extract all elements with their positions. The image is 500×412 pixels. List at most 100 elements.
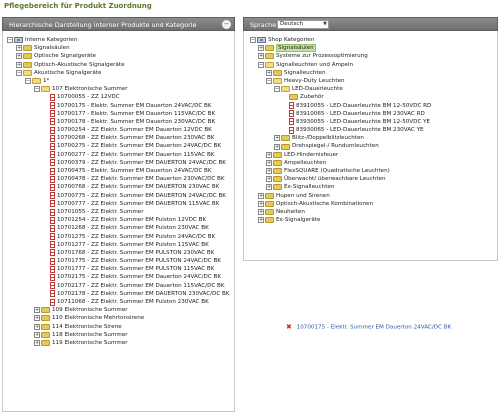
tree-node-label[interactable]: 10702177 - ZZ Elektr. Summer EM Dauerton… (57, 283, 225, 289)
tree-node-label[interactable]: Optische Signalgeräte (34, 53, 96, 59)
category-node[interactable]: − Signalleuchten und Ampeln (250, 61, 431, 69)
tree-node-label[interactable]: 10700777 - ZZ Elektr. Summer EM DAUERTON… (57, 201, 219, 207)
tree-node-label[interactable]: Hupen und Sirenen (276, 193, 330, 199)
product-node[interactable]: 10700275 - ZZ Elektr. Summer EM Dauerton… (7, 142, 230, 151)
tree-node-label[interactable]: Systeme zur Prozessoptimierung (276, 53, 368, 59)
expand-icon[interactable]: + (34, 315, 40, 322)
expand-icon[interactable]: + (34, 307, 40, 314)
tree-node-label[interactable]: Neuheiten (276, 209, 305, 215)
tree-node-label[interactable]: 10701277 - ZZ Elektr. Summer EM Pulston … (57, 242, 209, 248)
product-node[interactable]: 10701268 - ZZ Elektr. Summer EM Pulston … (7, 224, 230, 232)
tree-node-label[interactable]: 10702178 - ZZ Elektr. Summer EM DAUERTON… (57, 291, 230, 297)
expand-icon[interactable]: + (274, 143, 280, 150)
category-node[interactable]: +118 Elektronische Summer (7, 331, 230, 339)
tree-node-label[interactable]: 10701777 - ZZ Elektr. Summer EM PULSTON … (57, 266, 214, 272)
tree-node-label[interactable]: 10702175 - ZZ Elektr. Summer EM Dauerton… (57, 274, 221, 280)
tree-node-label[interactable]: 10701768 - ZZ Elektr. Summer EM PULSTON … (57, 250, 214, 256)
tree-node-label[interactable]: 10700775 - ZZ Elektr. Summer EM DAUERTON… (57, 193, 226, 199)
category-node[interactable]: − Shop Kategorien (250, 36, 431, 44)
tree-node-label[interactable]: 10700175 - Elektr. Summer EM Dauerton 24… (57, 103, 212, 109)
collapse-icon[interactable]: − (222, 20, 231, 29)
removed-product-entry[interactable]: ✖ 10700175 - Elektr. Summer EM Dauerton … (286, 323, 451, 331)
product-node[interactable]: 10700268 - ZZ Elektr. Summer EM Dauerton… (7, 134, 230, 142)
expand-icon[interactable]: + (266, 69, 272, 76)
product-node[interactable]: 10700178 - Elektr. Summer EM Dauerton 23… (7, 118, 230, 126)
tree-node-label[interactable]: Signalleuchten und Ampeln (276, 62, 353, 68)
tree-node-label[interactable]: Akustische Signalgeräte (34, 70, 101, 76)
tree-node-label[interactable]: Ex-Signalleuchten (284, 184, 334, 190)
product-node[interactable]: 10701277 - ZZ Elektr. Summer EM Pulston … (7, 241, 230, 249)
collapse-icon[interactable]: − (258, 61, 264, 68)
expand-icon[interactable]: + (266, 151, 272, 158)
category-node[interactable]: + Optische Signalgeräte (7, 52, 230, 60)
tree-node-label[interactable]: 10700275 - ZZ Elektr. Summer EM Dauerton… (57, 143, 221, 149)
tree-node-label[interactable]: 10700178 - Elektr. Summer EM Dauerton 23… (57, 119, 215, 125)
category-node[interactable]: + Ampelleuchten (250, 159, 431, 167)
tree-node-label[interactable]: 10701254 - ZZ Elektr. Summer EM Pulston … (57, 217, 206, 223)
product-node[interactable]: 10700254 - ZZ Elektr. Summer EM Dauerton… (7, 126, 230, 134)
expand-icon[interactable]: + (266, 159, 272, 166)
category-node[interactable]: + Signalleuchten (250, 69, 431, 77)
category-node[interactable]: + Signalsäulen (7, 44, 230, 52)
expand-icon[interactable]: + (266, 176, 272, 183)
tree-node-label[interactable]: Interne Kategorien (25, 37, 77, 43)
expand-icon[interactable]: + (258, 200, 264, 207)
tree-node-label[interactable]: Heavy-Duty Leuchten (284, 78, 345, 84)
tree-node-label[interactable]: 109 Elektronische Summer (52, 307, 128, 313)
product-node[interactable]: 83930055 - LED-Dauerleuchte BM 12-50VDC … (250, 118, 431, 126)
category-node[interactable]: +109 Elektronische Summer (7, 306, 230, 314)
tree-node-label[interactable]: 10700268 - ZZ Elektr. Summer EM Dauerton… (57, 135, 214, 141)
category-node[interactable]: + Optisch-Akustische Signalgeräte (7, 61, 230, 69)
product-node[interactable]: 10702177 - ZZ Elektr. Summer EM Dauerton… (7, 282, 230, 290)
product-node[interactable]: 10700175 - Elektr. Summer EM Dauerton 24… (7, 102, 230, 110)
tree-node-label[interactable]: 114 Elektronische Sirene (52, 324, 122, 330)
category-node[interactable]: − Heavy-Duty Leuchten (250, 77, 431, 85)
tree-node-label[interactable]: 10700277 - ZZ Elektr. Summer EM Dauerton… (57, 152, 214, 158)
expand-icon[interactable]: + (266, 168, 272, 175)
product-node[interactable]: 83910055 - LED-Dauerleuchte BM 12-50VDC … (250, 102, 431, 110)
category-node[interactable]: + Optisch-Akustische Kombinationen (250, 200, 431, 208)
product-node[interactable]: 10700777 - ZZ Elektr. Summer EM DAUERTON… (7, 200, 230, 208)
category-node[interactable]: − LED-Dauerleuchte (250, 85, 431, 93)
category-node[interactable]: + Ex-Signalgeräte (250, 216, 431, 224)
tree-node-label[interactable]: 10700254 - ZZ Elektr. Summer EM Dauerton… (57, 127, 212, 133)
expand-icon[interactable]: + (258, 192, 264, 199)
expand-icon[interactable]: + (16, 45, 22, 52)
category-node[interactable]: + Drehspiegel-/ Rundumleuchten (250, 142, 431, 150)
category-node[interactable]: + LED-Hindernisfeuer (250, 151, 431, 159)
expand-icon[interactable]: + (258, 217, 264, 224)
collapse-icon[interactable]: − (7, 37, 13, 44)
product-node[interactable]: 10702175 - ZZ Elektr. Summer EM Dauerton… (7, 273, 230, 282)
language-select[interactable]: Deutsch ▼ (277, 20, 329, 29)
tree-node-label[interactable]: 10700478 - ZZ Elektr. Summer EM Dauerton… (57, 176, 225, 182)
category-node[interactable]: + Signalsäulen (250, 44, 431, 53)
expand-icon[interactable]: + (34, 340, 40, 347)
expand-icon[interactable]: + (34, 323, 40, 330)
tree-node-label[interactable]: 10701775 - ZZ Elektr. Summer EM PULSTON … (57, 258, 221, 264)
product-node[interactable]: 10700768 - ZZ Elektr. Summer EM DAUERTON… (7, 183, 230, 191)
tree-node-label[interactable]: LED-Dauerleuchte (292, 86, 343, 92)
tree-node-label[interactable]: Drehspiegel-/ Rundumleuchten (292, 143, 379, 149)
expand-icon[interactable]: + (34, 331, 40, 338)
expand-icon[interactable]: + (258, 209, 264, 216)
tree-node-label[interactable]: Blitz-/Doppelblitzleuchten (292, 135, 364, 141)
category-node[interactable]: − 1* (7, 77, 230, 85)
category-node[interactable]: − Interne Kategorien (7, 36, 230, 44)
tree-node-label[interactable]: 83930055 - LED-Dauerleuchte BM 12-50VDC … (296, 119, 430, 125)
tree-node-label[interactable]: 110 Elektronische Mehrtonsirene (52, 315, 144, 321)
tree-node-label[interactable]: Shop Kategorien (268, 37, 314, 43)
category-node[interactable]: + Überwacht/ überwachbare Leuchten (250, 175, 431, 183)
tree-node-label[interactable]: 119 Elektronische Summer (52, 340, 128, 346)
category-node[interactable]: + FlexSQUARE (Quadratische Leuchten) (250, 167, 431, 175)
product-node[interactable]: 83910065 - LED-Dauerleuchte BM 230VAC RD (250, 110, 431, 118)
product-node[interactable]: 10700775 - ZZ Elektr. Summer EM DAUERTON… (7, 192, 230, 200)
product-node[interactable]: 10700055 - ZZ 12VDC (7, 93, 230, 101)
category-node[interactable]: +114 Elektronische Sirene (7, 323, 230, 331)
category-node[interactable]: + Neuheiten (250, 208, 431, 216)
product-node[interactable]: 10711068 - ZZ Elektr. Summer EM Pulston … (7, 298, 230, 306)
tree-node-label[interactable]: 83930065 - LED-Dauerleuchte BM 230VAC YE (296, 127, 424, 133)
tree-node-label[interactable]: 10701055 - ZZ Elektr. Summer (57, 209, 144, 215)
category-node[interactable]: +110 Elektronische Mehrtonsirene (7, 314, 230, 322)
category-node[interactable]: + Blitz-/Doppelblitzleuchten (250, 134, 431, 142)
tree-node-label[interactable]: 107 Elektronische Summer (52, 86, 128, 92)
